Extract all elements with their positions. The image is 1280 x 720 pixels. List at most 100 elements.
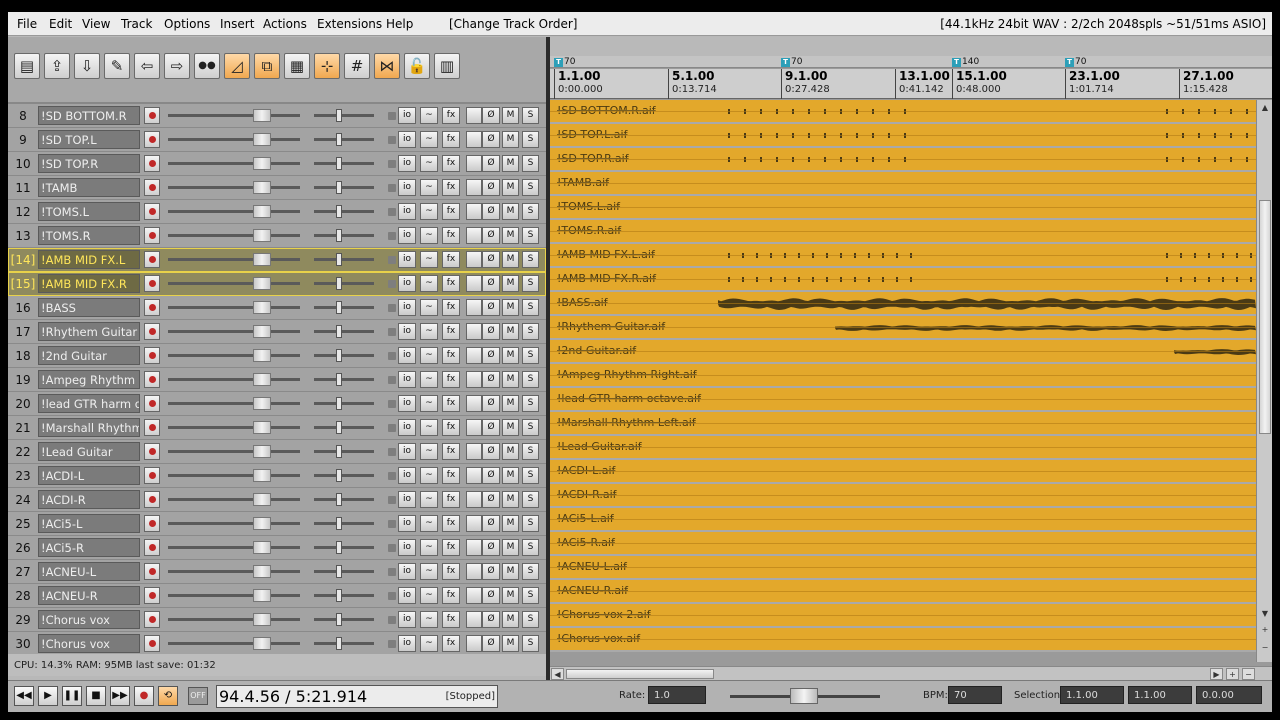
fx-button[interactable]: fx bbox=[442, 203, 460, 220]
io-button[interactable]: io bbox=[398, 611, 416, 628]
track-name[interactable]: !ACNEU-R bbox=[38, 586, 140, 605]
record-arm-button[interactable] bbox=[144, 227, 160, 244]
record-monitor-led[interactable] bbox=[388, 640, 396, 648]
mute-button[interactable]: M bbox=[502, 587, 519, 604]
media-item[interactable]: !ACDI-L.aif bbox=[550, 460, 1256, 484]
pan-slider-track[interactable] bbox=[314, 162, 374, 165]
midi-keyboard-icon[interactable]: ▥ bbox=[434, 53, 460, 79]
envelope-button[interactable]: ~ bbox=[420, 395, 438, 412]
volume-slider-knob[interactable] bbox=[253, 637, 271, 650]
io-button[interactable]: io bbox=[398, 155, 416, 172]
io-button[interactable]: io bbox=[398, 635, 416, 652]
fx-button[interactable]: fx bbox=[442, 467, 460, 484]
track-name[interactable]: !TOMS.L bbox=[38, 202, 140, 221]
envelope-button[interactable]: ~ bbox=[420, 251, 438, 268]
solo-button[interactable]: S bbox=[522, 611, 539, 628]
pan-slider-knob[interactable] bbox=[336, 301, 342, 314]
record-monitor-led[interactable] bbox=[388, 376, 396, 384]
input-fx-slot[interactable] bbox=[466, 371, 482, 388]
record-monitor-led[interactable] bbox=[388, 184, 396, 192]
record-monitor-led[interactable] bbox=[388, 496, 396, 504]
media-item[interactable]: !ACNEU-L.aif bbox=[550, 556, 1256, 580]
solo-button[interactable]: S bbox=[522, 299, 539, 316]
grouping-icon[interactable]: ⧉ bbox=[254, 53, 280, 79]
pan-slider-knob[interactable] bbox=[336, 157, 342, 170]
mute-button[interactable]: M bbox=[502, 155, 519, 172]
fx-button[interactable]: fx bbox=[442, 347, 460, 364]
pan-slider-knob[interactable] bbox=[336, 349, 342, 362]
volume-slider-track[interactable] bbox=[168, 234, 300, 237]
pan-slider-track[interactable] bbox=[314, 210, 374, 213]
pan-slider-knob[interactable] bbox=[336, 397, 342, 410]
fx-button[interactable]: fx bbox=[442, 443, 460, 460]
envelope-button[interactable]: ~ bbox=[420, 179, 438, 196]
volume-slider-knob[interactable] bbox=[253, 493, 271, 506]
envelope-button[interactable]: ~ bbox=[420, 563, 438, 580]
envelope-button[interactable]: ~ bbox=[420, 419, 438, 436]
io-button[interactable]: io bbox=[398, 443, 416, 460]
pan-slider-knob[interactable] bbox=[336, 421, 342, 434]
scroll-up-icon[interactable]: ▲ bbox=[1259, 102, 1271, 114]
volume-slider-knob[interactable] bbox=[253, 613, 271, 626]
volume-slider-track[interactable] bbox=[168, 474, 300, 477]
tempo-marker[interactable]: T 70 bbox=[1065, 57, 1086, 67]
scroll-right-icon[interactable]: ▶ bbox=[1210, 668, 1223, 680]
fx-button[interactable]: fx bbox=[442, 251, 460, 268]
mute-button[interactable]: M bbox=[502, 203, 519, 220]
fx-button[interactable]: fx bbox=[442, 227, 460, 244]
track-name[interactable]: !Chorus vox bbox=[38, 610, 140, 629]
envelope-button[interactable]: ~ bbox=[420, 155, 438, 172]
volume-slider-track[interactable] bbox=[168, 210, 300, 213]
volume-slider-track[interactable] bbox=[168, 498, 300, 501]
pan-slider-track[interactable] bbox=[314, 306, 374, 309]
record-monitor-led[interactable] bbox=[388, 448, 396, 456]
timeline-ruler[interactable]: 1.1.00 0:00.000 5.1.00 0:13.714 9.1.00 0:27.4… bbox=[550, 69, 1272, 99]
media-item[interactable]: !Marshall Rhythm Left.aif bbox=[550, 412, 1256, 436]
input-fx-slot[interactable] bbox=[466, 347, 482, 364]
pan-slider-track[interactable] bbox=[314, 258, 374, 261]
tempo-marker[interactable]: T 140 bbox=[952, 57, 979, 67]
volume-slider-track[interactable] bbox=[168, 426, 300, 429]
record-monitor-led[interactable] bbox=[388, 112, 396, 120]
track-row[interactable]: 28 !ACNEU-R io ~ fx Ø M S bbox=[8, 584, 546, 608]
menu-help[interactable]: Help bbox=[386, 17, 413, 31]
solo-button[interactable]: S bbox=[522, 227, 539, 244]
input-fx-slot[interactable] bbox=[466, 107, 482, 124]
pan-slider-knob[interactable] bbox=[336, 181, 342, 194]
mute-button[interactable]: M bbox=[502, 611, 519, 628]
fx-button[interactable]: fx bbox=[442, 539, 460, 556]
volume-slider-knob[interactable] bbox=[253, 397, 271, 410]
record-arm-button[interactable] bbox=[144, 635, 160, 652]
solo-button[interactable]: S bbox=[522, 395, 539, 412]
record-arm-button[interactable] bbox=[144, 179, 160, 196]
solo-button[interactable]: S bbox=[522, 587, 539, 604]
grid-icon[interactable]: # bbox=[344, 53, 370, 79]
phase-button[interactable]: Ø bbox=[482, 107, 500, 124]
new-project-icon[interactable]: ▤ bbox=[14, 53, 40, 79]
crossfade-icon[interactable]: ⋈ bbox=[374, 53, 400, 79]
pan-slider-track[interactable] bbox=[314, 618, 374, 621]
record-arm-button[interactable] bbox=[144, 515, 160, 532]
media-item[interactable]: !Rhythem Guitar.aif bbox=[550, 316, 1256, 340]
record-monitor-led[interactable] bbox=[388, 160, 396, 168]
io-button[interactable]: io bbox=[398, 227, 416, 244]
tempo-marker[interactable]: T 70 bbox=[554, 57, 575, 67]
menu-actions[interactable]: Actions bbox=[263, 17, 307, 31]
envelope-button[interactable]: ~ bbox=[420, 491, 438, 508]
menu-options[interactable]: Options bbox=[164, 17, 210, 31]
track-row[interactable]: 27 !ACNEU-L io ~ fx Ø M S bbox=[8, 560, 546, 584]
pan-slider-knob[interactable] bbox=[336, 325, 342, 338]
io-button[interactable]: io bbox=[398, 419, 416, 436]
fx-button[interactable]: fx bbox=[442, 611, 460, 628]
snap-icon[interactable]: ⊹ bbox=[314, 53, 340, 79]
track-name[interactable]: !SD TOP.L bbox=[38, 130, 140, 149]
phase-button[interactable]: Ø bbox=[482, 563, 500, 580]
pan-slider-knob[interactable] bbox=[336, 109, 342, 122]
volume-slider-track[interactable] bbox=[168, 162, 300, 165]
selection-length-field[interactable]: 0.0.00 bbox=[1196, 686, 1262, 704]
io-button[interactable]: io bbox=[398, 395, 416, 412]
record-monitor-led[interactable] bbox=[388, 616, 396, 624]
track-row[interactable]: 17 !Rhythem Guitar io ~ fx Ø M S bbox=[8, 320, 546, 344]
rate-field[interactable]: 1.0 bbox=[648, 686, 706, 704]
io-button[interactable]: io bbox=[398, 107, 416, 124]
